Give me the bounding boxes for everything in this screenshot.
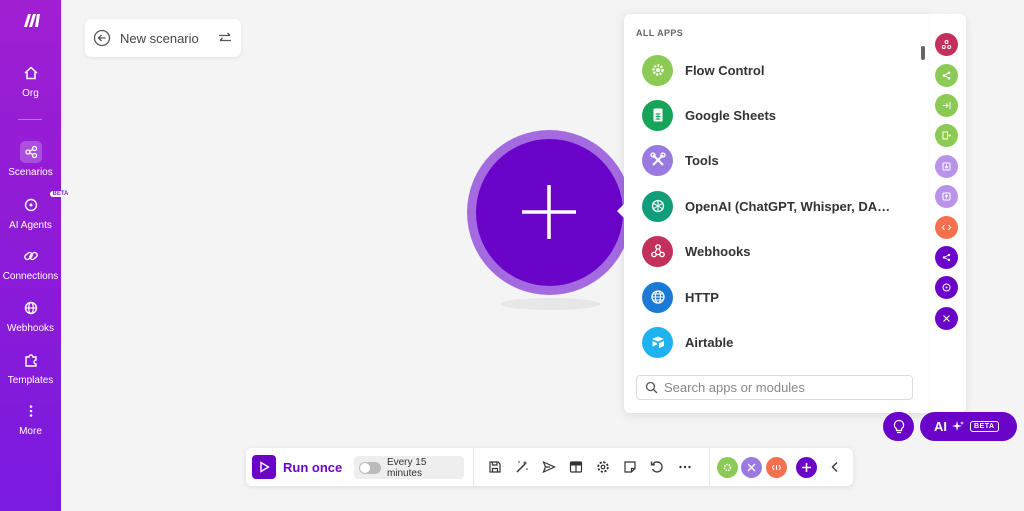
plus-icon[interactable] [520, 183, 578, 241]
scrollbar-thumb[interactable] [921, 46, 925, 60]
sidebar-item-label: Webhooks [6, 323, 55, 334]
swap-arrows-icon[interactable] [217, 30, 233, 46]
strip-flow-icon[interactable] [935, 246, 958, 269]
app-name: HTTP [685, 289, 719, 305]
app-name: Webhooks [685, 243, 751, 259]
link-icon [20, 245, 42, 267]
globe-icon [642, 281, 673, 313]
scenario-title[interactable]: New scenario [120, 31, 199, 46]
module-shadow [500, 298, 600, 310]
share-nodes-icon [19, 141, 42, 163]
run-once-button[interactable]: Run once [252, 455, 342, 479]
search-icon [645, 381, 658, 394]
more-vertical-icon [20, 400, 42, 422]
puzzle-icon [20, 349, 42, 371]
note-icon[interactable] [622, 459, 638, 475]
strip-code-icon[interactable] [935, 216, 958, 239]
strip-tools-icon[interactable] [935, 307, 958, 330]
save-icon[interactable] [487, 459, 503, 475]
sidebar-item-label: More [19, 426, 42, 437]
webhook-icon [642, 235, 673, 267]
spreadsheet-icon [642, 99, 673, 131]
app-picker-panel: ALL APPS Flow Control Google Sheets Tool… [624, 14, 930, 413]
globe-icon [20, 297, 42, 319]
sparkle-icon [952, 421, 964, 431]
ai-assistant-button[interactable]: AI BETA [920, 412, 1017, 441]
app-search-input[interactable] [664, 380, 904, 395]
bottom-toolbar: Run once Every 15 minutes [246, 448, 853, 486]
app-item-openai[interactable]: OpenAI (ChatGPT, Whisper, DALL... [642, 190, 912, 222]
app-item-google-sheets[interactable]: Google Sheets [642, 99, 912, 131]
settings-gear-icon[interactable] [595, 459, 611, 475]
beta-badge: BETA [970, 421, 999, 432]
lightbulb-icon [893, 419, 904, 433]
sidebar-item-scenarios[interactable]: Scenarios [0, 141, 61, 178]
sidebar: Org Scenarios BETA AI Agents Connections… [0, 0, 72, 511]
add-module-small-button[interactable] [796, 457, 817, 478]
gear-icon [642, 54, 673, 86]
app-item-tools[interactable]: Tools [642, 144, 912, 176]
chevron-left-icon[interactable] [827, 459, 843, 475]
strip-share-icon[interactable] [935, 64, 958, 87]
ai-label: AI [934, 419, 947, 434]
layout-icon[interactable] [568, 459, 584, 475]
sidebar-item-label: AI Agents [9, 220, 52, 231]
magic-wand-icon[interactable] [514, 459, 530, 475]
beta-badge: BETA [49, 191, 72, 197]
app-name: Airtable [685, 334, 734, 350]
ai-agent-icon: BETA [20, 191, 72, 216]
strip-add-row-icon[interactable] [935, 124, 958, 147]
send-icon[interactable] [541, 459, 557, 475]
app-search-box [636, 375, 913, 400]
airtable-icon [642, 326, 673, 358]
suggestions-button[interactable] [883, 412, 914, 441]
sidebar-item-label: Org [22, 88, 39, 99]
sidebar-item-webhooks[interactable]: Webhooks [0, 297, 61, 334]
undo-icon[interactable] [649, 459, 665, 475]
app-name: Tools [685, 152, 719, 168]
strip-import-icon[interactable] [935, 94, 958, 117]
sidebar-divider [18, 119, 42, 120]
flow-control-module-icon[interactable] [717, 457, 738, 478]
sidebar-item-more[interactable]: More [0, 400, 61, 437]
sidebar-item-label: Connections [2, 271, 59, 282]
panel-heading: ALL APPS [636, 28, 684, 38]
back-arrow-icon[interactable] [93, 29, 111, 47]
strip-upload-icon[interactable] [935, 185, 958, 208]
toolbar-divider [709, 448, 710, 486]
text-parser-module-icon[interactable] [766, 457, 787, 478]
app-name: OpenAI (ChatGPT, Whisper, DALL... [685, 198, 897, 214]
app-item-flow-control[interactable]: Flow Control [642, 54, 912, 86]
schedule-label: Every 15 minutes [386, 456, 427, 479]
app-item-airtable[interactable]: Airtable [642, 326, 912, 358]
make-logo-icon[interactable] [22, 10, 42, 30]
more-horizontal-icon[interactable] [677, 459, 693, 475]
app-name: Google Sheets [685, 107, 777, 123]
sidebar-item-ai-agents[interactable]: BETA AI Agents [0, 191, 72, 231]
schedule-toggle[interactable] [359, 461, 381, 474]
play-icon [252, 455, 276, 479]
strip-webhook-icon[interactable] [935, 33, 958, 56]
sidebar-item-templates[interactable]: Templates [0, 349, 61, 386]
run-once-label: Run once [283, 459, 343, 475]
schedule-control[interactable]: Every 15 minutes [354, 456, 464, 479]
sidebar-item-label: Scenarios [8, 167, 53, 178]
tools-icon [642, 144, 673, 176]
tools-module-icon[interactable] [741, 457, 762, 478]
sidebar-item-label: Templates [7, 375, 54, 386]
app-item-webhooks[interactable]: Webhooks [642, 235, 912, 267]
app-name: Flow Control [685, 62, 765, 78]
openai-icon [642, 190, 673, 222]
toolbar-divider [473, 448, 474, 486]
sidebar-item-org[interactable]: Org [0, 62, 61, 99]
strip-agent-icon[interactable] [935, 276, 958, 299]
category-strip [930, 14, 966, 413]
home-icon [20, 62, 42, 84]
scenario-title-card: New scenario [85, 19, 241, 57]
strip-download-icon[interactable] [935, 155, 958, 178]
sidebar-item-connections[interactable]: Connections [0, 245, 61, 282]
app-item-http[interactable]: HTTP [642, 281, 912, 313]
